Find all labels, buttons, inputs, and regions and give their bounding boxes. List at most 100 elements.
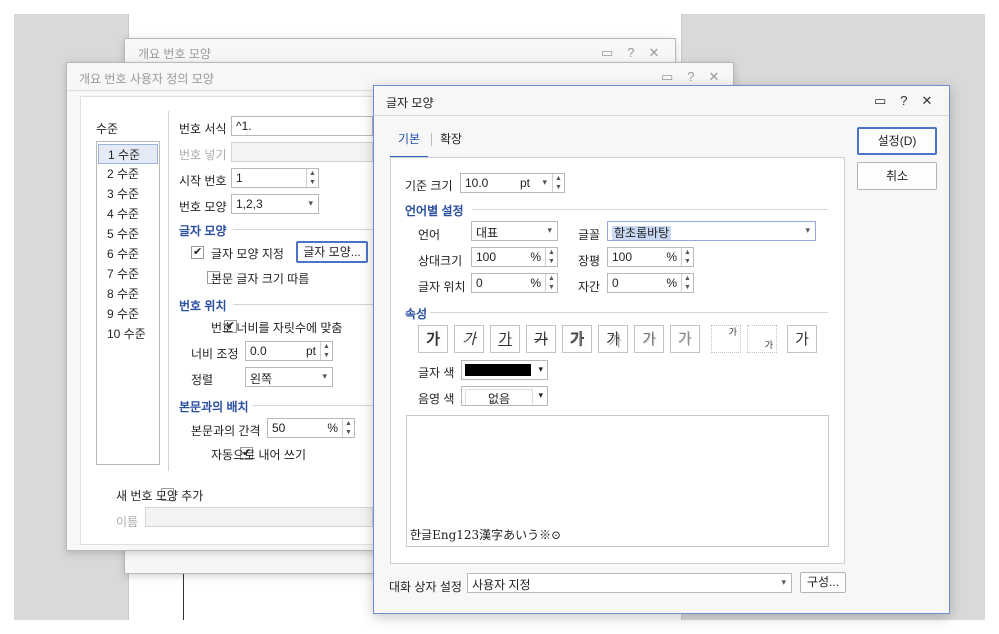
- width-adjust-stepper[interactable]: 0.0 pt ▲ ▼: [245, 341, 333, 361]
- position-value: 0: [476, 276, 483, 290]
- align-select[interactable]: 왼쪽: [245, 367, 333, 387]
- position-label: 글자 위치: [418, 280, 466, 294]
- percent-unit: %: [666, 250, 677, 264]
- tab-basic[interactable]: 기본: [390, 131, 428, 158]
- shade-color-select[interactable]: 없음 ▾: [461, 386, 548, 406]
- close-icon[interactable]: ✕: [649, 45, 660, 61]
- position-stepper[interactable]: 0 % ▲ ▼: [471, 273, 558, 293]
- comment-icon[interactable]: ▭: [661, 69, 673, 85]
- number-insert-label: 번호 넣기: [179, 148, 227, 162]
- strikethrough-icon[interactable]: 가: [526, 325, 556, 353]
- level-list[interactable]: 1 수준 2 수준 3 수준 4 수준 5 수준 6 수준 7 수준 8 수준 …: [96, 141, 160, 465]
- base-size-stepper[interactable]: 10.0 pt ▾ ▲ ▼: [460, 173, 565, 193]
- text-color-swatch: [465, 364, 531, 376]
- spin-arrows-icon[interactable]: ▲ ▼: [552, 174, 564, 192]
- char-shape-dialog: 글자 모양 ▭ ? ✕ 기본 확장 기준 크기 10.0 pt ▾ ▲ ▼ 언어별…: [373, 85, 950, 614]
- level-item[interactable]: 10 수준: [98, 324, 158, 344]
- spin-arrows-icon[interactable]: ▲ ▼: [306, 169, 318, 187]
- start-number-value: 1: [236, 171, 243, 185]
- start-number-stepper[interactable]: 1 ▲ ▼: [231, 168, 319, 188]
- dialog-title: 개요 번호 모양: [138, 47, 211, 61]
- spin-arrows-icon[interactable]: ▲ ▼: [681, 274, 693, 292]
- spacing-value: 0: [612, 276, 619, 290]
- shade-color-label: 음영 색: [418, 392, 455, 406]
- lang-section-title: 언어별 설정: [405, 204, 464, 218]
- level-item[interactable]: 5 수준: [98, 224, 158, 244]
- document-text-cursor-line: [183, 568, 184, 620]
- shade-color-value: 없음: [465, 389, 533, 405]
- emboss-icon[interactable]: 가: [634, 325, 664, 353]
- width-adjust-value: 0.0: [250, 344, 267, 358]
- engrave-icon[interactable]: 가: [670, 325, 700, 353]
- gap-stepper[interactable]: 50 % ▲ ▼: [267, 418, 355, 438]
- number-shape-select[interactable]: 1,2,3: [231, 194, 319, 214]
- level-item[interactable]: 4 수준: [98, 204, 158, 224]
- bold-icon[interactable]: 가: [418, 325, 448, 353]
- normal-icon[interactable]: 가: [787, 325, 817, 353]
- underline-icon[interactable]: 가: [490, 325, 520, 353]
- spin-arrows-icon[interactable]: ▲ ▼: [320, 342, 332, 360]
- level-item[interactable]: 8 수준: [98, 284, 158, 304]
- spin-arrows-icon[interactable]: ▲ ▼: [342, 419, 354, 437]
- config-button[interactable]: 구성...: [800, 572, 846, 593]
- rel-size-value: 100: [476, 250, 497, 264]
- level-item[interactable]: 6 수준: [98, 244, 158, 264]
- gap-label: 본문과의 간격: [191, 424, 261, 438]
- level-item[interactable]: 2 수준: [98, 164, 158, 184]
- spin-arrows-icon[interactable]: ▲ ▼: [545, 248, 557, 266]
- level-item[interactable]: 7 수준: [98, 264, 158, 284]
- lang-label: 언어: [418, 228, 441, 242]
- level-item[interactable]: 9 수준: [98, 304, 158, 324]
- italic-icon[interactable]: 가: [454, 325, 484, 353]
- comment-icon[interactable]: ▭: [874, 93, 886, 109]
- body-layout-section-title: 본문과의 배치: [179, 400, 249, 414]
- add-shape-label: 새 번호 모양 추가: [116, 489, 204, 503]
- gap-value: 50: [272, 421, 286, 435]
- close-icon[interactable]: ✕: [922, 93, 933, 109]
- dialog-setting-label: 대화 상자 설정: [389, 580, 462, 594]
- title-divider: [374, 115, 949, 116]
- level-item[interactable]: 1 수준: [98, 144, 158, 164]
- ok-button[interactable]: 설정(D): [857, 127, 937, 155]
- help-icon[interactable]: ?: [900, 93, 907, 109]
- dialog-setting-select[interactable]: 사용자 지정: [467, 573, 792, 593]
- help-icon[interactable]: ?: [687, 69, 694, 85]
- base-size-value: 10.0: [465, 176, 489, 190]
- shadow-icon[interactable]: 가: [598, 325, 628, 353]
- rel-size-stepper[interactable]: 100 % ▲ ▼: [471, 247, 558, 267]
- section-divider: [233, 229, 373, 230]
- base-size-label: 기준 크기: [405, 179, 453, 193]
- lang-select[interactable]: 대표: [471, 221, 558, 241]
- close-icon[interactable]: ✕: [709, 69, 720, 85]
- width-adjust-label: 너비 조정: [191, 347, 239, 361]
- superscript-icon[interactable]: 가: [711, 325, 741, 353]
- column-divider: [168, 111, 169, 471]
- outline-icon[interactable]: 가: [562, 325, 592, 353]
- help-icon[interactable]: ?: [627, 45, 634, 61]
- level-header: 수준: [96, 122, 119, 136]
- char-shape-button[interactable]: 글자 모양...: [296, 241, 368, 263]
- subscript-icon[interactable]: 가: [747, 325, 777, 353]
- font-select[interactable]: 함초롬바탕: [607, 221, 816, 241]
- spacing-stepper[interactable]: 0 % ▲ ▼: [607, 273, 694, 293]
- char-shape-specify-checkbox[interactable]: [191, 245, 204, 259]
- font-label: 글꼴: [578, 228, 601, 242]
- comment-icon[interactable]: ▭: [601, 45, 613, 61]
- percent-unit: %: [530, 250, 541, 264]
- name-label: 이름: [116, 515, 139, 529]
- cancel-button[interactable]: 취소: [857, 162, 937, 190]
- text-color-select[interactable]: ▾: [461, 360, 548, 380]
- number-format-input[interactable]: ^1.: [231, 116, 373, 136]
- unit-dropdown-icon[interactable]: ▾: [542, 177, 547, 188]
- tab-divider: [431, 133, 432, 146]
- section-divider: [233, 304, 373, 305]
- spin-arrows-icon[interactable]: ▲ ▼: [545, 274, 557, 292]
- align-label: 정렬: [191, 373, 214, 387]
- section-divider: [253, 405, 373, 406]
- width-ratio-stepper[interactable]: 100 % ▲ ▼: [607, 247, 694, 267]
- level-item[interactable]: 3 수준: [98, 184, 158, 204]
- attr-section-title: 속성: [405, 307, 428, 321]
- width-adjust-unit: pt: [305, 344, 316, 358]
- tab-extended[interactable]: 확장: [440, 131, 462, 151]
- spin-arrows-icon[interactable]: ▲ ▼: [681, 248, 693, 266]
